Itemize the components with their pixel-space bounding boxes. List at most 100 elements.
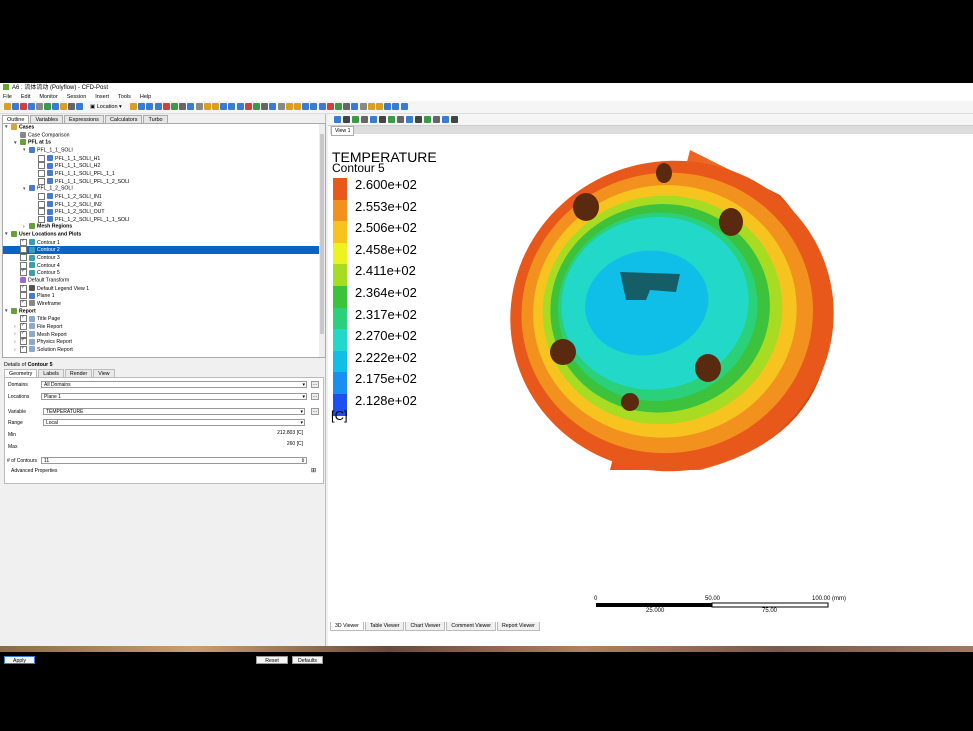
toolbar-tool-icon[interactable] bbox=[68, 103, 75, 110]
tab-calculators[interactable]: Calculators bbox=[104, 115, 143, 123]
menu-item-edit[interactable]: Edit bbox=[21, 94, 30, 100]
apply-button[interactable]: Apply bbox=[4, 656, 35, 664]
toolbar-tool-icon[interactable] bbox=[52, 103, 59, 110]
visibility-checkbox[interactable] bbox=[38, 154, 45, 162]
toolbar-tool-icon[interactable] bbox=[187, 103, 195, 110]
viewer-tab-table-viewer[interactable]: Table Viewer bbox=[364, 622, 405, 631]
toolbar-tool-icon[interactable] bbox=[36, 103, 43, 110]
tree-item[interactable]: PFL_1_2_SOLI_IN2 bbox=[3, 200, 319, 209]
tree-item[interactable]: ▾ PFL at 1s bbox=[3, 139, 319, 147]
viewer-tool-icon[interactable] bbox=[433, 116, 440, 123]
toolbar-tool-icon[interactable] bbox=[392, 103, 400, 110]
viewer-tool-icon[interactable] bbox=[388, 116, 395, 123]
range-combo[interactable]: Local ▾ bbox=[43, 419, 305, 426]
visibility-checkbox[interactable] bbox=[38, 200, 45, 208]
tab-outline[interactable]: Outline bbox=[2, 115, 30, 123]
toolbar-tool-icon[interactable] bbox=[4, 103, 11, 110]
tree-item[interactable]: › Mesh Regions bbox=[3, 223, 319, 231]
toolbar-tool-icon[interactable] bbox=[351, 103, 359, 110]
tree-scrollbar[interactable] bbox=[319, 124, 325, 357]
toolbar-tool-icon[interactable] bbox=[162, 103, 170, 110]
viewer-tab-report-viewer[interactable]: Report Viewer bbox=[497, 622, 540, 631]
toolbar-tool-icon[interactable] bbox=[384, 103, 392, 110]
visibility-checkbox[interactable] bbox=[38, 169, 45, 177]
scrollbar-thumb[interactable] bbox=[320, 134, 324, 334]
visibility-checkbox[interactable] bbox=[20, 345, 27, 353]
visibility-checkbox[interactable] bbox=[38, 192, 45, 200]
view-1-tab[interactable]: View 1 bbox=[331, 126, 355, 136]
domains-more-button[interactable]: ... bbox=[311, 381, 319, 388]
tree-item[interactable]: ›File Report bbox=[3, 322, 319, 331]
toolbar-tool-icon[interactable] bbox=[228, 103, 236, 110]
visibility-checkbox[interactable] bbox=[38, 162, 45, 170]
tree-item[interactable]: Plane 1 bbox=[3, 292, 319, 300]
tree-item[interactable]: PFL_1_1_SOLI_PFL_1_1 bbox=[3, 169, 319, 178]
viewer-tool-icon[interactable] bbox=[343, 116, 350, 123]
toolbar-tool-icon[interactable] bbox=[203, 103, 211, 110]
visibility-checkbox[interactable] bbox=[20, 284, 27, 292]
toolbar-tool-icon[interactable] bbox=[376, 103, 383, 110]
toolbar-tool-icon[interactable] bbox=[310, 103, 318, 110]
toolbar-tool-icon[interactable] bbox=[20, 103, 27, 110]
viewer-tool-icon[interactable] bbox=[451, 116, 458, 123]
toolbar-tool-icon[interactable] bbox=[244, 103, 252, 110]
menu-item-file[interactable]: File bbox=[3, 94, 12, 100]
domains-combo[interactable]: All Domains ▾ bbox=[41, 381, 307, 388]
tree-item[interactable]: PFL_1_1_SOLI_H1 bbox=[3, 154, 319, 163]
tree-item[interactable]: ▾ Cases bbox=[3, 124, 319, 132]
visibility-checkbox[interactable] bbox=[20, 246, 27, 254]
viewer-tab-3d-viewer[interactable]: 3D Viewer bbox=[330, 622, 364, 631]
tree-item[interactable]: ›Mesh Report bbox=[3, 330, 319, 339]
toolbar-tool-icon[interactable] bbox=[302, 103, 310, 110]
menu-item-session[interactable]: Session bbox=[67, 94, 87, 100]
toolbar-tool-icon[interactable] bbox=[400, 103, 408, 110]
visibility-checkbox[interactable] bbox=[20, 299, 27, 307]
viewer-tab-chart-viewer[interactable]: Chart Viewer bbox=[405, 622, 446, 631]
advanced-properties-label[interactable]: Advanced Properties bbox=[11, 468, 57, 474]
toolbar-tool-icon[interactable] bbox=[277, 103, 285, 110]
toolbar-tool-icon[interactable] bbox=[236, 103, 244, 110]
toolbar-tool-icon[interactable] bbox=[269, 103, 277, 110]
tree-item[interactable]: Contour 1 bbox=[3, 238, 319, 247]
tree-item[interactable]: Default Transform bbox=[3, 277, 319, 285]
toolbar-tool-icon[interactable] bbox=[220, 103, 228, 110]
tree-item[interactable]: Contour 3 bbox=[3, 254, 319, 262]
viewer-tool-icon[interactable] bbox=[406, 116, 413, 123]
toolbar-tool-icon[interactable] bbox=[146, 103, 154, 110]
tree-item[interactable]: ›Physics Report bbox=[3, 337, 319, 346]
tree-item[interactable]: Default Legend View 1 bbox=[3, 284, 319, 293]
viewer-tool-icon[interactable] bbox=[352, 116, 359, 123]
tree-item[interactable]: PFL_1_1_SOLI_H2 bbox=[3, 162, 319, 170]
visibility-checkbox[interactable] bbox=[38, 215, 45, 223]
viewer-tool-icon[interactable] bbox=[361, 116, 368, 123]
tab-expressions[interactable]: Expressions bbox=[63, 115, 104, 123]
toolbar-tool-icon[interactable] bbox=[343, 103, 351, 110]
toolbar-tool-icon[interactable] bbox=[318, 103, 326, 110]
toolbar-tool-icon[interactable] bbox=[171, 103, 178, 110]
toolbar-tool-icon[interactable] bbox=[179, 103, 187, 110]
visibility-checkbox[interactable] bbox=[20, 238, 27, 246]
toolbar-tool-icon[interactable] bbox=[138, 103, 146, 110]
tree-item[interactable]: Contour 2 bbox=[3, 246, 319, 254]
menu-item-insert[interactable]: Insert bbox=[95, 94, 109, 100]
visibility-checkbox[interactable] bbox=[38, 177, 45, 185]
tree-item[interactable]: ▾ PFL_1_1_SOLI bbox=[3, 146, 319, 155]
locations-combo[interactable]: Plane 1 ▾ bbox=[41, 393, 307, 400]
viewer-tool-icon[interactable] bbox=[424, 116, 431, 123]
expand-icon[interactable]: ⊞ bbox=[311, 467, 316, 474]
viewer-tool-icon[interactable] bbox=[370, 116, 377, 123]
tree-item[interactable]: Title Page bbox=[3, 314, 319, 323]
tree-item[interactable]: Contour 4 bbox=[3, 261, 319, 270]
toolbar-tool-icon[interactable] bbox=[285, 103, 293, 110]
tree-item[interactable]: ›Solution Report bbox=[3, 345, 319, 354]
tree-item[interactable]: Wireframe bbox=[3, 299, 319, 308]
viewer-tool-icon[interactable] bbox=[442, 116, 449, 123]
tab-turbo[interactable]: Turbo bbox=[143, 115, 168, 123]
visibility-checkbox[interactable] bbox=[20, 254, 27, 262]
menu-item-help[interactable]: Help bbox=[140, 94, 151, 100]
reset-button[interactable]: Reset bbox=[256, 656, 288, 664]
tree-item[interactable]: Contour 5 bbox=[3, 268, 319, 277]
toolbar-tool-icon[interactable] bbox=[359, 103, 367, 110]
tree-item[interactable]: ▾ Report bbox=[3, 307, 319, 316]
tree-item[interactable]: PFL_1_2_SOLI_PFL_1_1_SOLI bbox=[3, 215, 319, 224]
